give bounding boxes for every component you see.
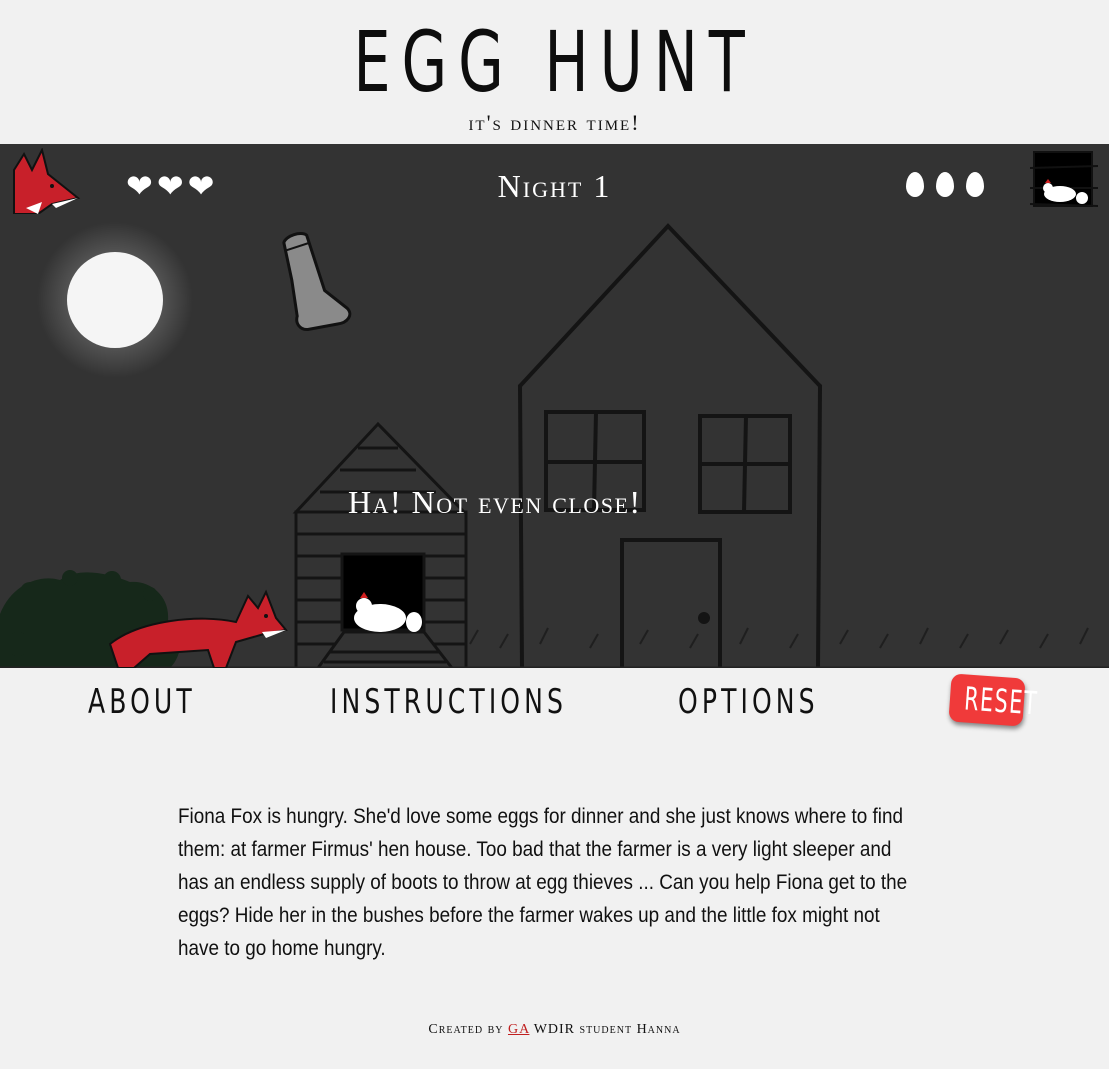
footer-suffix: WDIR student Hanna <box>533 1022 681 1037</box>
moon <box>37 222 193 378</box>
nav-about[interactable]: ABOUT <box>88 682 196 722</box>
footer-ga-link[interactable]: GA <box>508 1022 529 1037</box>
nav-options[interactable]: OPTIONS <box>678 682 819 722</box>
bottom-nav: ABOUT INSTRUCTIONS OPTIONS RESET <box>0 668 1109 738</box>
footer: Created by GA WDIR student Hanna <box>0 1022 1109 1038</box>
reset-label: RESET <box>963 679 1040 723</box>
game-board[interactable]: ❤❤❤ Night 1 Ha! Not even close! <box>0 144 1109 668</box>
reset-button[interactable]: RESET <box>948 673 1039 727</box>
egg-icon <box>906 172 924 197</box>
game-title: EGG HUNT <box>353 13 756 111</box>
egg-icon <box>936 172 955 197</box>
game-message: Ha! Not even close! <box>348 484 642 520</box>
farmhouse <box>518 223 822 668</box>
about-text: Fiona Fox is hungry. She'd love some egg… <box>178 805 908 960</box>
nav-instructions[interactable]: INSTRUCTIONS <box>330 682 567 722</box>
egg-icon <box>966 172 985 197</box>
about-panel: Fiona Fox is hungry. She'd love some egg… <box>178 800 918 965</box>
boot-projectile <box>282 232 352 332</box>
night-scene <box>0 222 1109 668</box>
eggs-remaining <box>906 172 991 201</box>
header: EGG HUNT it's dinner time! <box>0 0 1109 144</box>
hen-house-icon <box>1030 151 1098 207</box>
footer-prefix: Created by <box>428 1022 504 1037</box>
game-subtitle: it's dinner time! <box>468 110 641 135</box>
